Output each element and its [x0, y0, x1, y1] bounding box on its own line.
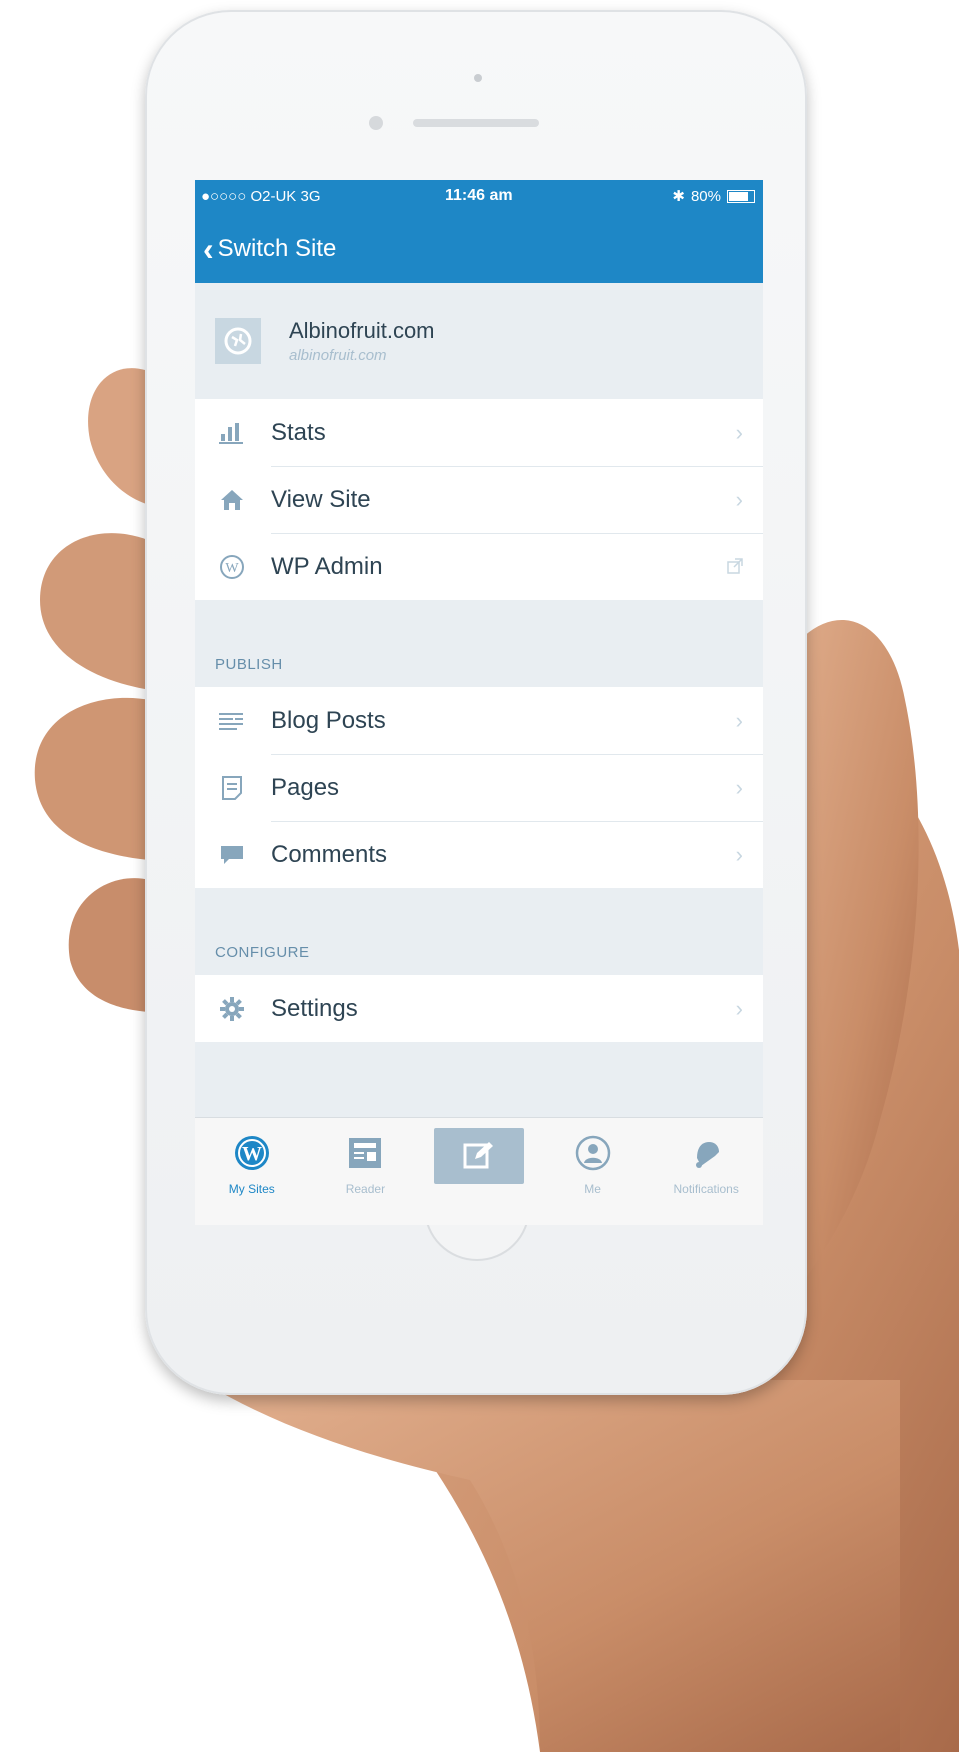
- comments-icon: [215, 843, 249, 867]
- chevron-right-icon: ›: [735, 486, 743, 512]
- menu-item-label: Pages: [271, 773, 340, 801]
- tab-compose[interactable]: [422, 1118, 536, 1225]
- tab-reader[interactable]: Reader: [309, 1118, 423, 1225]
- section-header-publish: PUBLISH: [195, 600, 763, 687]
- menu-item-comments[interactable]: Comments ›: [195, 821, 763, 888]
- person-icon: [575, 1128, 611, 1178]
- menu-item-blog-posts[interactable]: Blog Posts ›: [195, 687, 763, 754]
- reader-icon: [348, 1128, 382, 1178]
- svg-text:W: W: [242, 1143, 262, 1165]
- site-url: albinofruit.com: [289, 347, 387, 364]
- chevron-right-icon: ›: [735, 841, 743, 867]
- section-title: CONFIGURE: [215, 944, 310, 961]
- front-camera: [369, 116, 383, 130]
- chevron-right-icon: ›: [735, 707, 743, 733]
- tab-label: Me: [584, 1182, 601, 1196]
- phone-screen: ●○○○○ O2-UK 3G 11:46 am ✱ 80% ‹ Switch S…: [195, 180, 763, 1225]
- tab-me[interactable]: Me: [536, 1118, 650, 1225]
- section-title: PUBLISH: [215, 656, 283, 673]
- menu-item-label: Blog Posts: [271, 706, 386, 734]
- tab-label: Notifications: [673, 1182, 739, 1196]
- menu-item-view-site[interactable]: View Site ›: [195, 466, 763, 533]
- site-blavatar-icon: [215, 318, 261, 364]
- stats-icon: [215, 421, 249, 445]
- gear-icon: [215, 996, 249, 1022]
- app-header: ●○○○○ O2-UK 3G 11:46 am ✱ 80% ‹ Switch S…: [195, 180, 763, 283]
- menu-item-label: WP Admin: [271, 552, 383, 580]
- menu-item-stats[interactable]: Stats ›: [195, 399, 763, 466]
- chevron-left-icon: ‹: [203, 230, 214, 267]
- external-link-icon: [727, 554, 743, 580]
- menu-item-label: View Site: [271, 485, 371, 513]
- home-icon: [215, 488, 249, 512]
- chevron-right-icon: ›: [735, 995, 743, 1021]
- menu-item-label: Settings: [271, 994, 358, 1022]
- configure-menu-group: Settings ›: [195, 975, 763, 1042]
- section-header-configure: CONFIGURE: [195, 888, 763, 975]
- battery-percent: 80%: [690, 187, 721, 205]
- bluetooth-icon: ✱: [672, 188, 685, 205]
- compose-icon: [433, 1128, 524, 1184]
- status-right: ✱ 80%: [672, 187, 755, 205]
- svg-text:W: W: [225, 561, 239, 576]
- tab-label: My Sites: [228, 1182, 275, 1196]
- menu-item-wp-admin[interactable]: W WP Admin: [195, 533, 763, 600]
- pages-icon: [215, 775, 249, 801]
- battery-icon: [727, 189, 755, 203]
- wordpress-icon: W: [233, 1128, 271, 1178]
- tab-my-sites[interactable]: W My Sites: [195, 1118, 309, 1225]
- tab-bar: W My Sites Reader Me Notifications: [195, 1117, 763, 1225]
- site-name: Albinofruit.com: [289, 318, 435, 343]
- tab-notifications[interactable]: Notifications: [649, 1118, 763, 1225]
- chevron-right-icon: ›: [735, 419, 743, 445]
- back-label: Switch Site: [217, 234, 337, 262]
- status-bar: ●○○○○ O2-UK 3G 11:46 am ✱ 80%: [195, 180, 763, 214]
- site-menu-group: Stats › View Site › W WP Admin: [195, 399, 763, 600]
- battery-fill: [729, 191, 748, 201]
- menu-item-settings[interactable]: Settings ›: [195, 975, 763, 1042]
- menu-item-label: Stats: [271, 418, 326, 446]
- publish-menu-group: Blog Posts › Pages › Comments ›: [195, 687, 763, 888]
- site-header[interactable]: Albinofruit.com albinofruit.com: [195, 283, 763, 399]
- camera-dot: [474, 74, 482, 82]
- bell-icon: [689, 1128, 723, 1178]
- menu-item-label: Comments: [271, 840, 388, 868]
- back-button[interactable]: ‹ Switch Site: [195, 214, 763, 283]
- chevron-right-icon: ›: [735, 774, 743, 800]
- tab-label: Reader: [345, 1182, 386, 1196]
- status-time: 11:46 am: [445, 187, 513, 204]
- menu-item-pages[interactable]: Pages ›: [195, 754, 763, 821]
- wordpress-icon: W: [215, 554, 249, 580]
- posts-icon: [215, 711, 249, 731]
- carrier-signal: ●○○○○ O2-UK 3G: [201, 188, 321, 205]
- earpiece-speaker: [413, 119, 539, 127]
